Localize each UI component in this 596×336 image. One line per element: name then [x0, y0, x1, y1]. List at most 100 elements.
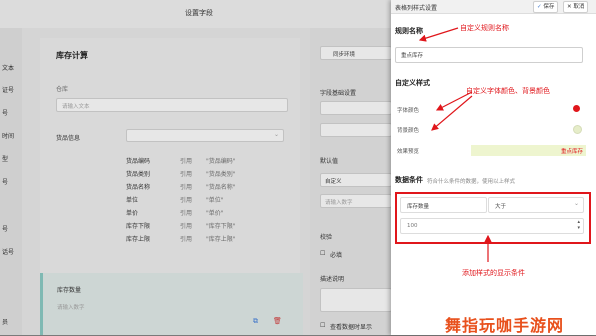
row-action: 引用 — [180, 158, 193, 165]
default-placeholder: 请输入数字 — [325, 200, 353, 206]
annotation-colors: 自定义字体颜色、背景颜色 — [466, 87, 550, 95]
default-input[interactable]: 请输入数字 — [320, 194, 392, 208]
chevron-down-icon: ⌄ — [573, 200, 579, 207]
condition-value: 100 — [407, 223, 418, 229]
default-value: 自定义 — [325, 179, 342, 185]
table-row: 单价 引用 "单价" — [126, 208, 276, 217]
window-titlebar: 设置字段 — [0, 0, 391, 28]
condition-operator-select[interactable]: 大于 ⌄ — [488, 197, 584, 213]
annotation-rule-name: 自定义规则名称 — [460, 24, 509, 32]
field-settings-column: 同步环境 字段基础设置 默认值 自定义 请输入数字 校验 ☐ 必填 描述说明 ☐… — [310, 28, 392, 335]
conditions-title: 数据条件 — [395, 176, 423, 184]
product-info-select[interactable]: ⌄ — [126, 129, 284, 142]
preview-label: 效果预览 — [397, 149, 420, 155]
row-value: "货品类别" — [206, 171, 236, 178]
stock-qty-field[interactable]: 库存数量 请输入数字 ⧉ 🗑 — [40, 273, 303, 335]
show-label: 查看数据时显示 — [330, 324, 373, 331]
condition-value-input[interactable]: 100 ▴ ▾ — [400, 218, 584, 234]
condition-operator: 大于 — [495, 204, 507, 210]
left-item[interactable]: 话号 — [2, 247, 14, 256]
table-row: 单位 引用 "单位" — [126, 195, 276, 204]
custom-style-title: 自定义样式 — [395, 79, 430, 87]
desc-textarea[interactable] — [320, 288, 392, 312]
sync-button[interactable]: 同步环境 — [320, 46, 392, 60]
base-option-2[interactable] — [320, 123, 392, 137]
font-color-label: 字体颜色 — [397, 108, 420, 114]
row-action: 引用 — [180, 197, 193, 204]
row-name: 库存上限 — [126, 236, 151, 243]
field-base-label: 字段基础设置 — [320, 90, 357, 97]
check-label: 校验 — [320, 234, 333, 241]
left-item[interactable]: 号 — [2, 177, 8, 186]
watermark: 舞指玩咖手游网 — [445, 316, 565, 335]
form-preview-card: 库存计算 仓库 请输入文本 货品信息 ⌄ 货品编码 引用 "货品编码" 货品类别… — [40, 38, 303, 335]
default-select[interactable]: 自定义 — [320, 173, 392, 187]
condition-field-select[interactable]: 库存数量 — [400, 197, 487, 213]
condition-block: 库存数量 大于 ⌄ 100 ▴ ▾ — [395, 192, 591, 244]
row-value: "单价" — [206, 210, 224, 217]
sync-button-label: 同步环境 — [333, 52, 356, 58]
row-value: "库存上限" — [206, 236, 236, 243]
table-row: 库存下限 引用 "库存下限" — [126, 221, 276, 230]
bg-color-swatch[interactable] — [573, 125, 582, 134]
check-icon: ✓ — [537, 4, 542, 10]
required-checkbox[interactable]: ☐ — [320, 250, 325, 257]
conditions-hint: 符合什么条件的数据，使用以上样式 — [427, 179, 516, 185]
required-label: 必填 — [330, 252, 343, 259]
warehouse-label: 仓库 — [56, 86, 69, 93]
panel-title: 表格列样式设置 — [395, 5, 438, 12]
card-title: 库存计算 — [56, 51, 88, 60]
left-item[interactable]: 型 — [2, 154, 8, 163]
row-name: 单位 — [126, 197, 139, 204]
row-name: 货品名称 — [126, 184, 151, 191]
row-action: 引用 — [180, 171, 193, 178]
panel-header: 表格列样式设置 ✓ 保存 ✕ 取消 — [391, 0, 596, 14]
row-action: 引用 — [180, 236, 193, 243]
cancel-button-label: 取消 — [573, 4, 585, 10]
left-item[interactable]: 员 — [2, 317, 8, 326]
table-row: 库存上限 引用 "库存上限" — [126, 234, 276, 243]
background-window: 设置字段 文本 证号 号 时间 型 号 号 话号 员 库存计算 仓库 请输入文本… — [0, 0, 392, 335]
rule-name-input[interactable]: 重点库存 — [395, 47, 583, 63]
font-color-swatch[interactable] — [573, 105, 580, 112]
rule-name-value: 重点库存 — [401, 53, 424, 59]
row-name: 单价 — [126, 210, 139, 217]
left-item[interactable]: 时间 — [2, 131, 14, 140]
bg-color-label: 背景颜色 — [397, 128, 420, 134]
row-name: 货品类别 — [126, 171, 151, 178]
stock-qty-label: 库存数量 — [57, 287, 82, 294]
left-item[interactable]: 文本 — [2, 63, 14, 72]
save-button[interactable]: ✓ 保存 — [533, 1, 559, 13]
preview-text: 重点库存 — [560, 149, 583, 155]
row-value: "货品名称" — [206, 184, 236, 191]
left-field-list: 文本 证号 号 时间 型 号 号 话号 员 — [0, 28, 22, 335]
delete-icon[interactable]: 🗑 — [273, 317, 282, 325]
left-item[interactable]: 号 — [2, 108, 8, 117]
row-value: "库存下限" — [206, 223, 236, 230]
show-checkbox[interactable]: ☐ — [320, 322, 325, 329]
left-item[interactable]: 证号 — [2, 85, 14, 94]
warehouse-input[interactable]: 请输入文本 — [56, 98, 288, 112]
left-item[interactable]: 号 — [2, 224, 8, 233]
row-name: 货品编码 — [126, 158, 151, 165]
chevron-down-icon: ⌄ — [273, 131, 279, 138]
default-label: 默认值 — [320, 158, 339, 165]
row-action: 引用 — [180, 184, 193, 191]
cancel-button[interactable]: ✕ 取消 — [563, 1, 589, 13]
condition-field: 库存数量 — [407, 204, 430, 210]
copy-icon[interactable]: ⧉ — [253, 317, 258, 326]
row-action: 引用 — [180, 223, 193, 230]
annotation-condition: 添加样式的显示条件 — [462, 269, 525, 277]
desc-label: 描述说明 — [320, 276, 345, 283]
row-name: 库存下限 — [126, 223, 151, 230]
base-option-1[interactable] — [320, 101, 392, 115]
row-value: "货品编码" — [206, 158, 236, 165]
number-stepper-icon[interactable]: ▴ ▾ — [577, 219, 580, 231]
rule-name-title: 规则名称 — [395, 27, 423, 35]
table-row: 货品编码 引用 "货品编码" — [126, 156, 276, 165]
table-row: 货品类别 引用 "货品类别" — [126, 169, 276, 178]
window-title: 设置字段 — [185, 9, 213, 17]
product-info-label: 货品信息 — [56, 135, 81, 142]
preview-box: 重点库存 — [471, 145, 586, 156]
row-action: 引用 — [180, 210, 193, 217]
